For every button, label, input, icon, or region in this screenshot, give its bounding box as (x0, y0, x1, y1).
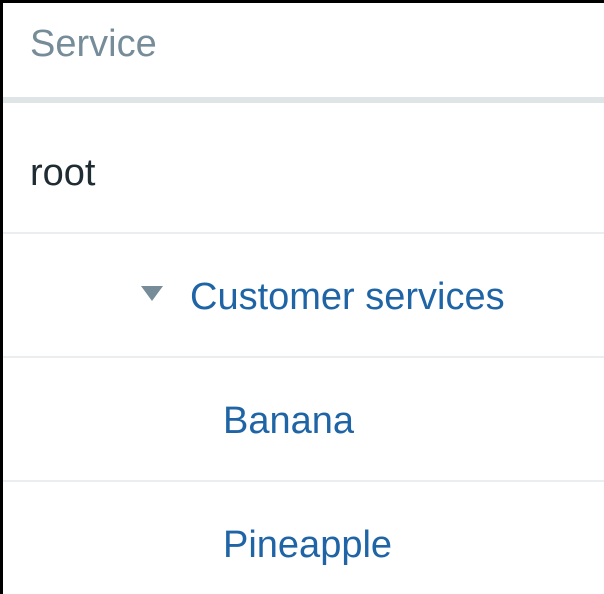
service-link-pineapple[interactable]: Pineapple (223, 526, 392, 564)
service-column-header[interactable]: Service (30, 25, 157, 63)
collapse-triangle-icon[interactable] (141, 286, 163, 301)
table-row-customer-services: Customer services (3, 234, 604, 358)
table-row-pineapple: Pineapple (3, 482, 604, 594)
table-row-root: root (3, 110, 604, 234)
service-name-root: root (30, 152, 96, 194)
service-link-banana[interactable]: Banana (223, 402, 354, 440)
service-link-customer-services[interactable]: Customer services (190, 278, 505, 316)
service-tree-table: Service root Customer services Banana Pi… (0, 0, 604, 594)
table-header: Service (3, 3, 604, 103)
table-row-banana: Banana (3, 358, 604, 482)
